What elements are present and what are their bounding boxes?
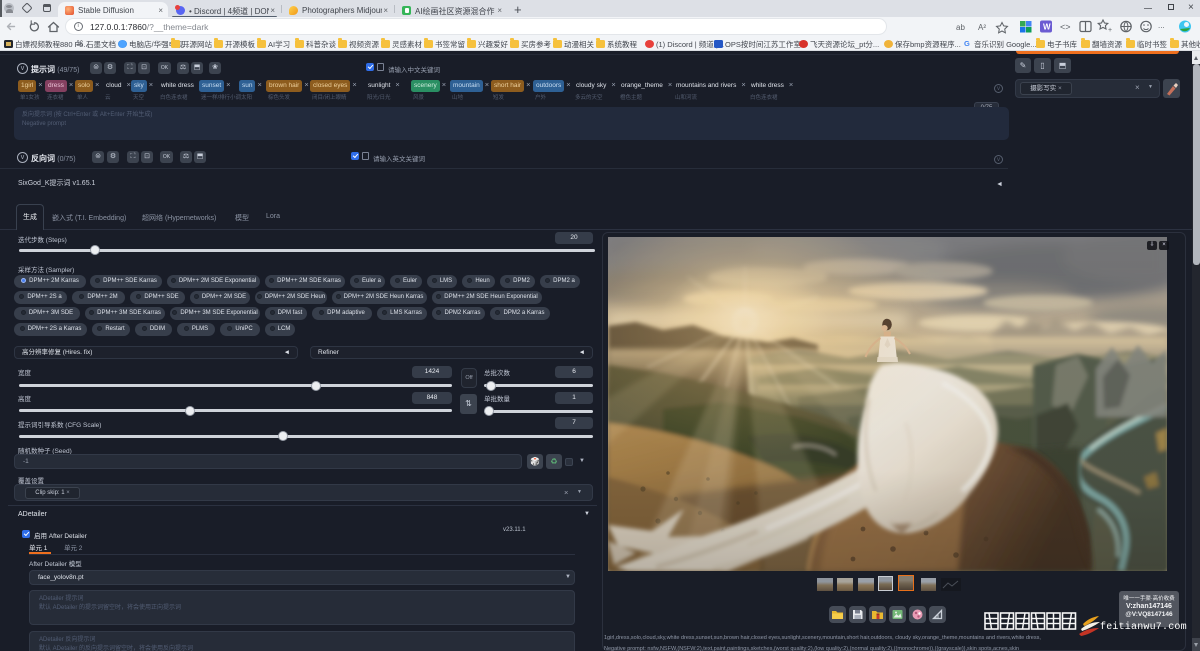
svg-text:<>: <> xyxy=(1060,22,1071,32)
svg-text:...: ... xyxy=(1158,21,1165,30)
svg-text:W: W xyxy=(1043,23,1051,32)
svg-text:ab: ab xyxy=(956,23,965,32)
svg-text:A²: A² xyxy=(978,23,986,32)
svg-text:+: + xyxy=(1108,27,1112,34)
